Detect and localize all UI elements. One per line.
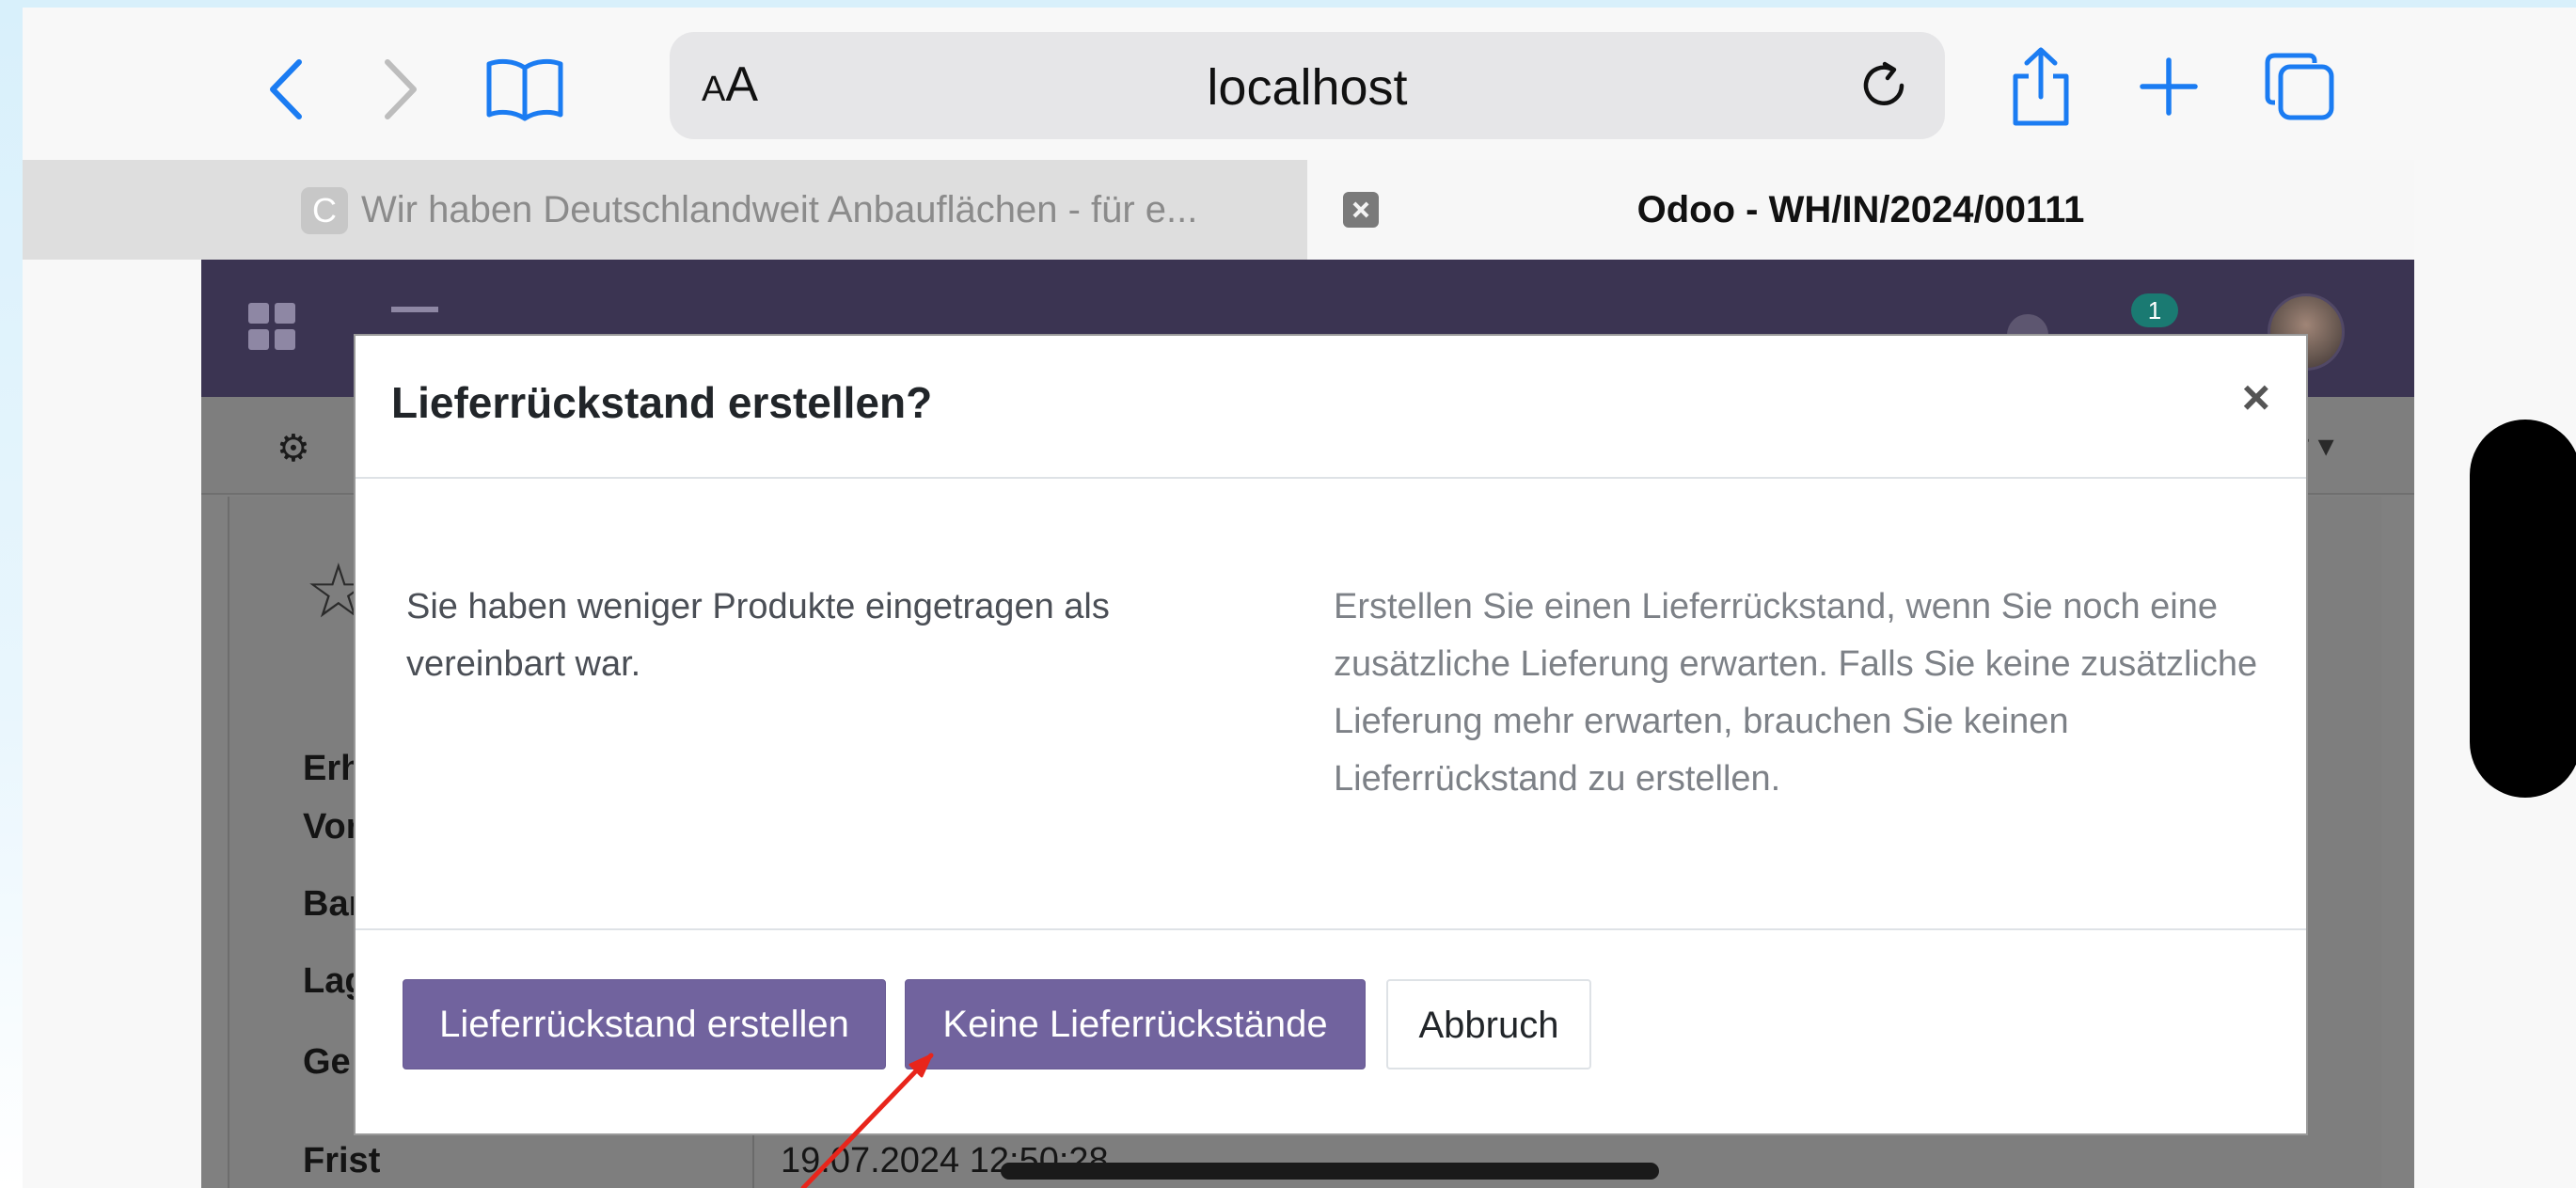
apps-menu-icon[interactable]: [248, 303, 297, 352]
backorder-dialog: Lieferrückstand erstellen? × Sie haben w…: [354, 334, 2308, 1135]
create-backorder-button[interactable]: Lieferrückstand erstellen: [403, 979, 886, 1069]
forward-icon[interactable]: [372, 49, 429, 130]
notification-badge[interactable]: 1: [2131, 293, 2178, 327]
field-label: Frist: [303, 1141, 381, 1180]
scroll-indicator[interactable]: [2470, 420, 2576, 798]
cancel-button[interactable]: Abbruch: [1386, 979, 1591, 1069]
dialog-header: Lieferrückstand erstellen? ×: [356, 336, 2306, 479]
hamburger-menu-icon[interactable]: [391, 307, 438, 312]
browser-toolbar: AA localhost: [23, 8, 2576, 160]
tab-inactive[interactable]: C Wir haben Deutschlandweit Anbauflächen…: [23, 160, 1307, 260]
field-label: Ge: [303, 1042, 351, 1082]
safari-window: AA localhost C Wir haben Deutschlandweit…: [23, 8, 2576, 1188]
field-label: Vor: [303, 807, 360, 847]
back-icon[interactable]: [258, 49, 314, 130]
url-text: localhost: [1207, 59, 1408, 116]
share-icon[interactable]: [2001, 41, 2080, 132]
close-icon[interactable]: ×: [2242, 373, 2270, 422]
gear-icon[interactable]: ⚙: [277, 427, 310, 470]
help-message: Erstellen Sie einen Lieferrückstand, wen…: [1334, 587, 2258, 799]
dialog-body: Sie haben weniger Produkte eingetragen a…: [356, 479, 2306, 928]
bookmarks-icon[interactable]: [480, 49, 570, 130]
home-indicator: [1001, 1163, 1659, 1180]
new-tab-icon[interactable]: [2133, 49, 2205, 124]
tab-title: Wir haben Deutschlandweit Anbauflächen -…: [361, 189, 1198, 230]
tab-active[interactable]: Odoo - WH/IN/2024/00111: [1307, 160, 2414, 260]
tab-overview-icon[interactable]: [2257, 45, 2342, 128]
site-favicon: C: [301, 187, 348, 234]
no-backorder-button[interactable]: Keine Lieferrückstände: [905, 979, 1366, 1069]
page-margin-left: [23, 260, 201, 1188]
warning-message: Sie haben weniger Produkte eingetragen a…: [406, 587, 1110, 684]
tab-bar: C Wir haben Deutschlandweit Anbauflächen…: [23, 160, 2414, 260]
address-bar[interactable]: AA localhost: [670, 32, 1945, 139]
dialog-footer: Lieferrückstand erstellen Keine Lieferrü…: [356, 928, 2306, 1137]
dialog-title: Lieferrückstand erstellen?: [391, 378, 933, 427]
tab-title: Odoo - WH/IN/2024/00111: [1636, 189, 2085, 230]
reload-icon[interactable]: [1857, 58, 1911, 118]
